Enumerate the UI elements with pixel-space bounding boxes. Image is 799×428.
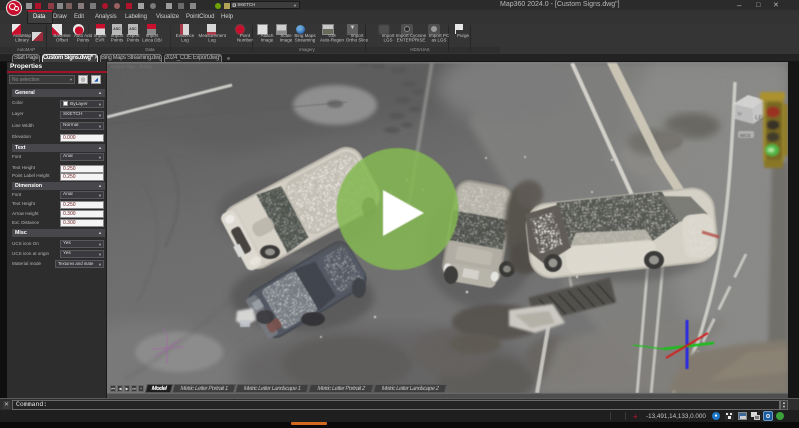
svg-text:WCS: WCS [740, 133, 751, 138]
svg-text:Custom Sign... Rotate: Custom Sign... Rotate [111, 64, 153, 69]
